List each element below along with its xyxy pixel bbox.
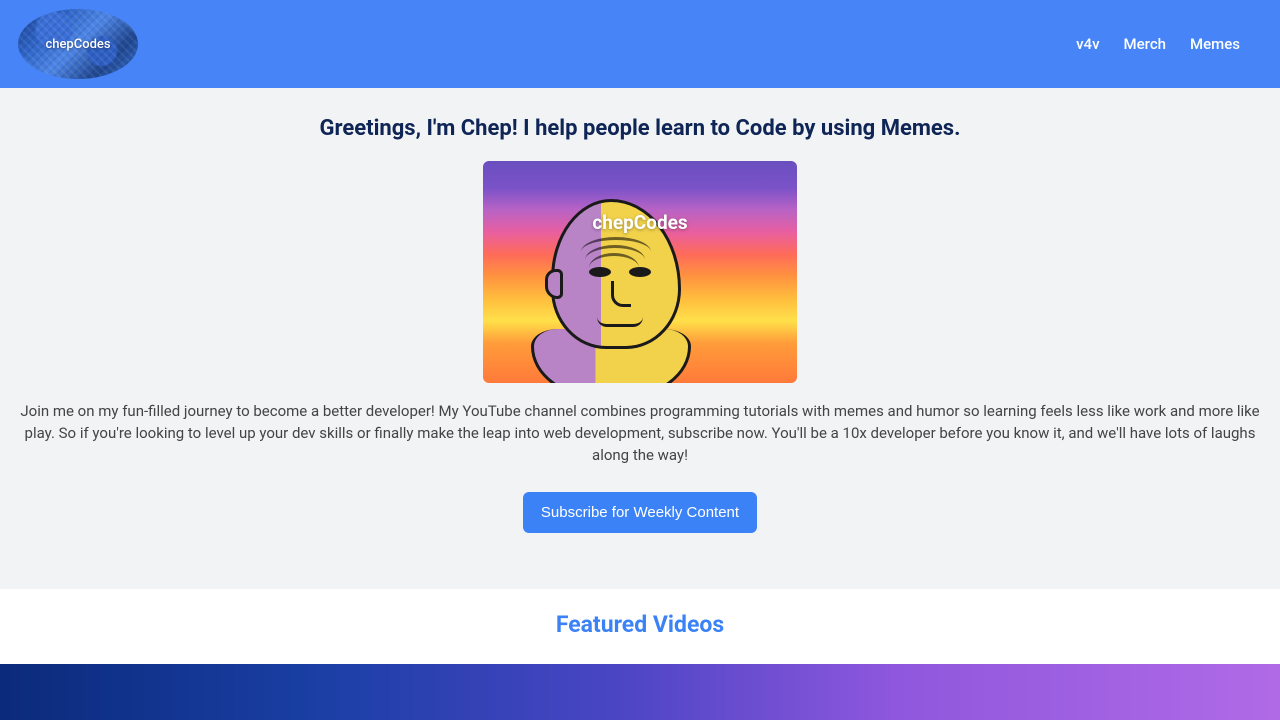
nav-link-memes[interactable]: Memes (1190, 35, 1240, 53)
featured-title: Featured Videos (0, 611, 1280, 638)
hero-description: Join me on my fun-filled journey to beco… (10, 401, 1270, 466)
nav-link-merch[interactable]: Merch (1124, 35, 1166, 53)
hero-image: chepCodes (483, 161, 797, 383)
primary-nav: v4v Merch Memes (1076, 35, 1240, 53)
nav-link-v4v[interactable]: v4v (1076, 35, 1099, 53)
site-logo[interactable]: chepCodes (18, 9, 138, 79)
hero-title: Greetings, I'm Chep! I help people learn… (0, 116, 1280, 141)
site-logo-text: chepCodes (45, 37, 110, 52)
hero-section: Greetings, I'm Chep! I help people learn… (0, 88, 1280, 563)
hero-image-overlay-text: chepCodes (483, 211, 797, 234)
footer-gradient-bar (0, 664, 1280, 720)
site-header: chepCodes v4v Merch Memes (0, 0, 1280, 88)
subscribe-button[interactable]: Subscribe for Weekly Content (523, 492, 757, 533)
